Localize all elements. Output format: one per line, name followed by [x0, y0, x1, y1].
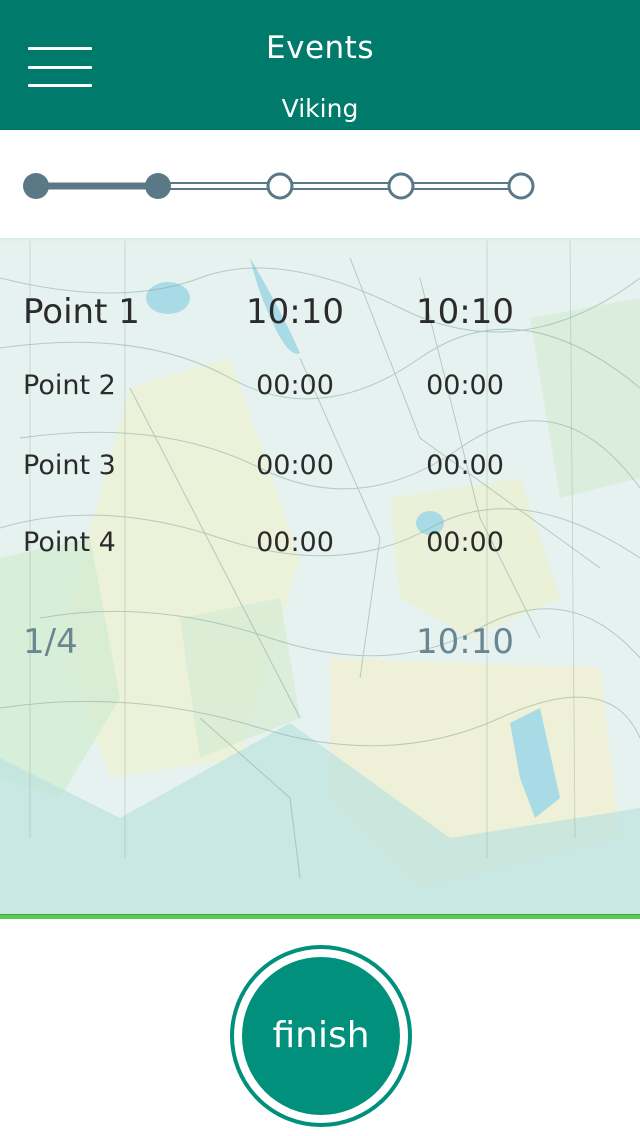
stepper-node-1[interactable] — [23, 173, 49, 199]
stepper-node-2[interactable] — [145, 173, 171, 199]
point-name: Point 1 — [23, 292, 140, 332]
point-name: Point 2 — [23, 370, 116, 401]
point-time-b: 00:00 — [426, 450, 504, 481]
menu-icon-bar — [28, 84, 92, 87]
menu-icon-bar — [28, 66, 92, 69]
point-time-b: 00:00 — [426, 527, 504, 558]
point-time-a: 00:00 — [256, 370, 334, 401]
point-name: Point 3 — [23, 450, 116, 481]
total-time: 10:10 — [416, 622, 514, 662]
stepper-graphic — [23, 172, 535, 200]
point-time-a: 00:00 — [256, 527, 334, 558]
point-time-b: 00:00 — [426, 370, 504, 401]
progress-counter: 1/4 — [23, 622, 78, 662]
map-background: Point 1 10:10 10:10 Point 2 00:00 00:00 … — [0, 238, 640, 918]
app-screen: Events Viking Point 1 10:10 10:10 Point … — [0, 0, 640, 1136]
point-name: Point 4 — [23, 527, 116, 558]
app-header: Events Viking — [0, 0, 640, 130]
point-time-a: 10:10 — [246, 292, 344, 332]
finish-button[interactable]: finish — [230, 945, 412, 1127]
point-time-b: 10:10 — [416, 292, 514, 332]
finish-button-label: finish — [242, 957, 400, 1115]
stepper-node-4[interactable] — [387, 172, 415, 200]
map-image — [0, 238, 640, 918]
stepper-node-5[interactable] — [507, 172, 535, 200]
page-subtitle: Viking — [281, 94, 359, 123]
stepper-segment-pending — [158, 182, 521, 190]
point-time-a: 00:00 — [256, 450, 334, 481]
progress-stepper — [0, 130, 640, 238]
stepper-node-3[interactable] — [266, 172, 294, 200]
page-title: Events — [266, 30, 374, 66]
